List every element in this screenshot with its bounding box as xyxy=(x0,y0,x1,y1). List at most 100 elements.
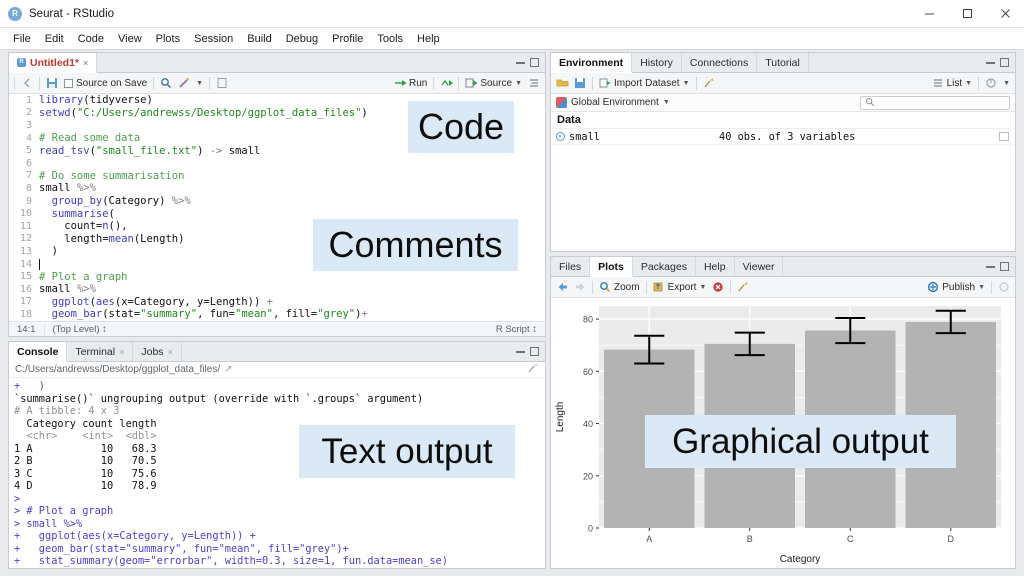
maximize-pane-icon[interactable] xyxy=(530,58,539,67)
view-dataframe-icon[interactable] xyxy=(999,132,1009,141)
import-dataset-button[interactable]: Import Dataset ▼ xyxy=(599,77,690,89)
menu-edit[interactable]: Edit xyxy=(38,31,71,47)
open-directory-icon[interactable]: ↗ xyxy=(224,364,232,375)
run-button[interactable]: Run xyxy=(394,77,427,89)
maximize-env-icon[interactable] xyxy=(1000,58,1009,67)
refresh-plot-icon[interactable] xyxy=(998,281,1010,293)
zoom-button[interactable]: Zoom xyxy=(599,281,640,293)
save-icon[interactable] xyxy=(46,77,58,89)
tab-untitled1[interactable]: R Untitled1* × xyxy=(9,53,98,73)
source-chevron-down-icon[interactable]: ▼ xyxy=(515,80,522,87)
minimize-env-icon[interactable] xyxy=(986,61,995,64)
tab-viewer[interactable]: Viewer xyxy=(735,257,784,276)
source-on-save-toggle[interactable]: Source on Save xyxy=(64,78,147,89)
menu-file[interactable]: File xyxy=(6,31,38,47)
minimize-button[interactable] xyxy=(910,0,948,28)
minimize-pane-icon[interactable] xyxy=(516,61,525,64)
publish-button[interactable]: Publish ▼ xyxy=(927,281,985,293)
export-chevron-down-icon[interactable]: ▼ xyxy=(699,284,706,291)
environment-search-input[interactable] xyxy=(860,95,1010,110)
tab-jobs[interactable]: Jobs × xyxy=(133,342,182,361)
code-text: group_by(Category) %>% xyxy=(39,195,191,208)
y-axis-title: Length xyxy=(555,402,566,433)
close-button[interactable] xyxy=(986,0,1024,28)
expand-object-icon[interactable]: ▸ xyxy=(556,132,565,141)
source-editor-pane: R Untitled1* × Source on Save ▼ Run Sour… xyxy=(8,52,546,337)
outline-icon[interactable] xyxy=(528,77,540,89)
minimize-console-icon[interactable] xyxy=(516,350,525,353)
menu-build[interactable]: Build xyxy=(240,31,278,47)
close-tab-icon[interactable]: × xyxy=(168,347,173,357)
previous-plot-icon[interactable] xyxy=(556,281,568,293)
code-line: 6 xyxy=(9,157,545,170)
scope-chevron-down-icon[interactable]: ▼ xyxy=(663,99,670,106)
search-icon xyxy=(865,97,877,109)
menu-profile[interactable]: Profile xyxy=(325,31,370,47)
minimize-plots-icon[interactable] xyxy=(986,265,995,268)
scope-selector[interactable]: (Top Level) ↕ xyxy=(45,324,115,335)
close-tab-icon[interactable]: × xyxy=(119,347,124,357)
refresh-icon[interactable] xyxy=(985,77,997,89)
compile-report-icon[interactable] xyxy=(216,77,228,89)
chevron-down-icon[interactable]: ▼ xyxy=(196,80,203,87)
menu-tools[interactable]: Tools xyxy=(370,31,410,47)
environment-scope-label[interactable]: Global Environment xyxy=(571,97,659,108)
code-text: summarise( xyxy=(39,207,115,220)
menu-plots[interactable]: Plots xyxy=(149,31,187,47)
tab-terminal[interactable]: Terminal × xyxy=(67,342,134,361)
tab-files[interactable]: Files xyxy=(551,257,591,276)
search-icon[interactable] xyxy=(160,77,172,89)
menu-help[interactable]: Help xyxy=(410,31,447,47)
tab-tutorial[interactable]: Tutorial xyxy=(757,53,809,72)
source-button[interactable]: Source ▼ xyxy=(465,77,522,89)
source-pane-controls xyxy=(516,53,545,72)
import-dataset-icon xyxy=(599,77,611,89)
tab-history[interactable]: History xyxy=(632,53,682,72)
rerun-icon[interactable] xyxy=(440,77,454,89)
refresh-chevron-down-icon[interactable]: ▼ xyxy=(1003,80,1010,87)
annotation-graphical-output: Graphical output xyxy=(645,415,956,468)
line-number: 2 xyxy=(25,107,32,119)
maximize-plots-icon[interactable] xyxy=(1000,262,1009,271)
save-workspace-icon[interactable] xyxy=(574,77,586,89)
menu-code[interactable]: Code xyxy=(71,31,111,47)
code-text: small %>% xyxy=(39,283,96,296)
rstudio-window: R Seurat - RStudio File Edit Code View P… xyxy=(0,0,1024,576)
tab-help[interactable]: Help xyxy=(696,257,735,276)
next-plot-icon[interactable] xyxy=(574,281,586,293)
export-button[interactable]: Export ▼ xyxy=(653,281,706,293)
tab-console[interactable]: Console xyxy=(9,342,68,362)
load-workspace-icon[interactable] xyxy=(556,77,569,89)
table-row[interactable]: ▸ small 40 obs. of 3 variables xyxy=(551,129,1015,145)
close-tab-icon[interactable]: × xyxy=(83,58,88,68)
x-axis-title: Category xyxy=(780,554,821,565)
publish-chevron-down-icon[interactable]: ▼ xyxy=(978,284,985,291)
tab-packages[interactable]: Packages xyxy=(633,257,696,276)
tab-environment[interactable]: Environment xyxy=(551,53,633,73)
menu-debug[interactable]: Debug xyxy=(279,31,325,47)
remove-plot-icon[interactable] xyxy=(712,281,724,293)
clear-plots-broom-icon[interactable] xyxy=(737,281,749,293)
menu-view[interactable]: View xyxy=(111,31,149,47)
tab-connections[interactable]: Connections xyxy=(682,53,758,72)
view-mode-selector[interactable]: List ▼ xyxy=(932,77,972,89)
import-chevron-down-icon[interactable]: ▼ xyxy=(683,80,690,87)
plots-divider-4 xyxy=(991,280,992,294)
source-toolbar: Source on Save ▼ Run Source ▼ xyxy=(9,73,545,94)
back-arrow-icon[interactable] xyxy=(21,77,33,89)
clear-workspace-broom-icon[interactable] xyxy=(703,77,715,89)
env-divider-2 xyxy=(695,76,697,90)
code-tools-wand-icon[interactable] xyxy=(178,77,190,89)
zoom-label: Zoom xyxy=(614,281,640,293)
tab-plots[interactable]: Plots xyxy=(590,257,633,277)
line-number: 18 xyxy=(19,308,32,320)
menu-session[interactable]: Session xyxy=(187,31,240,47)
line-number: 15 xyxy=(19,271,32,283)
code-line: 7 # Do some summarisation xyxy=(9,170,545,183)
clear-console-broom-icon[interactable] xyxy=(527,362,539,377)
view-mode-chevron-down-icon[interactable]: ▼ xyxy=(965,80,972,87)
toolbar-divider xyxy=(14,76,15,90)
maximize-button[interactable] xyxy=(948,0,986,28)
filetype-selector[interactable]: R Script ↕ xyxy=(488,324,545,335)
maximize-console-icon[interactable] xyxy=(530,347,539,356)
